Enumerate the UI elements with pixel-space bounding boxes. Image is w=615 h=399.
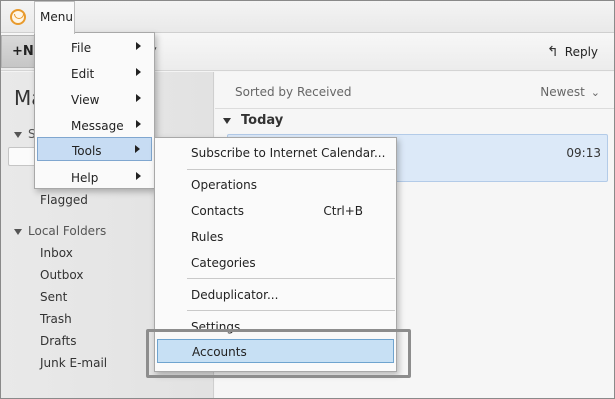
collapse-triangle-icon bbox=[14, 228, 22, 235]
folder-item-inbox[interactable]: Inbox bbox=[40, 246, 73, 260]
submenu-arrow-icon bbox=[136, 68, 141, 76]
submenu-arrow-icon bbox=[136, 94, 141, 102]
new-button-label: N bbox=[22, 44, 34, 59]
reply-arrow-icon: ↰ bbox=[547, 44, 559, 60]
menu-item-label: File bbox=[71, 41, 92, 55]
menu-button[interactable]: Menu bbox=[34, 1, 75, 34]
menu-item-edit[interactable]: Edit bbox=[37, 61, 152, 85]
reply-label: Reply bbox=[564, 45, 598, 59]
folder-item-outbox[interactable]: Outbox bbox=[40, 268, 83, 282]
menu-item-label: View bbox=[71, 93, 100, 107]
divider bbox=[215, 108, 614, 109]
menu-item-label: Tools bbox=[72, 144, 102, 158]
menu-item-subscribe-calendar[interactable]: Subscribe to Internet Calendar... bbox=[157, 141, 394, 165]
menu-item-label: Contacts bbox=[191, 204, 244, 218]
plus-icon: + bbox=[12, 44, 23, 59]
sort-field-selector[interactable]: Sorted by Received bbox=[235, 85, 352, 99]
folder-item-drafts[interactable]: Drafts bbox=[40, 334, 77, 348]
sort-order-label: Newest bbox=[540, 85, 585, 99]
folder-item-flagged[interactable]: Flagged bbox=[40, 193, 88, 207]
folder-item-trash[interactable]: Trash bbox=[40, 312, 72, 326]
menu-item-rules[interactable]: Rules bbox=[157, 225, 394, 249]
shortcut-label: Ctrl+B bbox=[323, 204, 363, 218]
menu-item-operations[interactable]: Operations bbox=[157, 173, 394, 197]
section-header-local-folders[interactable]: Local Folders bbox=[14, 224, 106, 238]
menu-separator bbox=[187, 310, 395, 311]
menu-item-label: Help bbox=[71, 171, 99, 185]
collapse-triangle-icon[interactable] bbox=[223, 118, 231, 124]
app-logo-icon bbox=[10, 9, 26, 25]
submenu-arrow-icon bbox=[136, 172, 141, 180]
menu-separator bbox=[187, 278, 395, 279]
chevron-down-icon: ⌄ bbox=[590, 86, 600, 99]
menu-item-contacts[interactable]: Contacts Ctrl+B bbox=[157, 199, 394, 223]
main-menu-dropdown: File Edit View Message Tools Help bbox=[34, 32, 155, 189]
app-window: Menu +N ▾ ↰Reply Ma S Flagged Local Fold… bbox=[0, 0, 615, 399]
title-bar: Menu bbox=[1, 1, 614, 34]
menu-item-help[interactable]: Help bbox=[37, 165, 152, 189]
menu-item-settings[interactable]: Settings bbox=[157, 315, 394, 339]
tools-submenu: Subscribe to Internet Calendar... Operat… bbox=[154, 137, 397, 372]
sort-order-selector[interactable]: Newest ⌄ bbox=[540, 85, 600, 99]
menu-item-tools[interactable]: Tools bbox=[37, 137, 152, 161]
menu-item-label: Message bbox=[71, 119, 124, 133]
submenu-arrow-icon bbox=[136, 120, 141, 128]
submenu-arrow-icon bbox=[136, 42, 141, 50]
menu-item-file[interactable]: File bbox=[37, 35, 152, 59]
section-header-s[interactable]: S bbox=[14, 127, 36, 141]
menu-item-label: Edit bbox=[71, 67, 95, 81]
collapse-triangle-icon bbox=[14, 131, 22, 138]
menu-item-accounts[interactable]: Accounts bbox=[157, 339, 394, 363]
menu-item-deduplicator[interactable]: Deduplicator... bbox=[157, 283, 394, 307]
folder-item-sent[interactable]: Sent bbox=[40, 290, 67, 304]
menu-item-categories[interactable]: Categories bbox=[157, 251, 394, 275]
message-time: 09:13 bbox=[566, 146, 601, 160]
local-folders-label: Local Folders bbox=[28, 224, 107, 238]
menu-separator bbox=[187, 169, 395, 170]
reply-button[interactable]: ↰ Reply bbox=[547, 44, 598, 60]
menu-item-view[interactable]: View bbox=[37, 87, 152, 111]
menu-item-message[interactable]: Message bbox=[37, 113, 152, 137]
group-header-today[interactable]: Today bbox=[241, 113, 283, 128]
folder-item-junk[interactable]: Junk E-mail bbox=[40, 356, 107, 370]
submenu-arrow-icon bbox=[135, 145, 140, 153]
new-button[interactable]: +N bbox=[1, 35, 35, 68]
